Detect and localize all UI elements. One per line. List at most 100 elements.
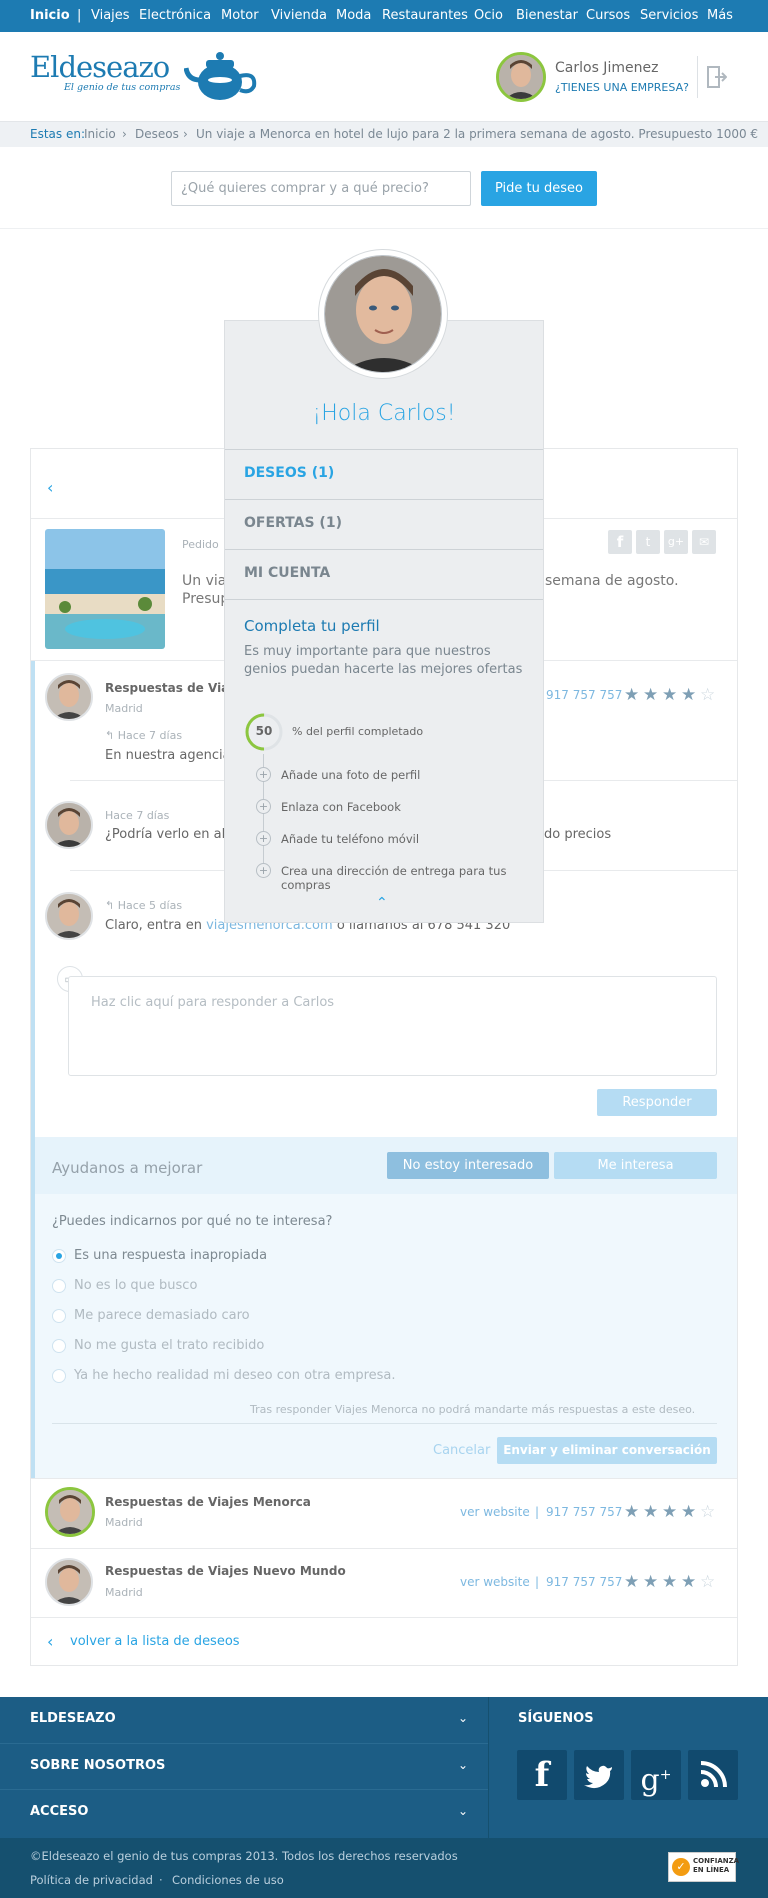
msg2-text-end: do precios — [544, 827, 612, 842]
option-label[interactable]: Ya he hecho realidad mi deseo con otra e… — [74, 1368, 396, 1383]
radio-option[interactable] — [52, 1369, 66, 1383]
option-label[interactable]: Es una respuesta inapropiada — [74, 1248, 267, 1263]
radio-option[interactable] — [52, 1279, 66, 1293]
user-name[interactable]: Carlos Jimenez — [555, 60, 658, 76]
share-facebook-icon[interactable]: f — [608, 530, 632, 554]
response-city: Madrid — [105, 1586, 143, 1599]
chevron-down-icon[interactable]: ⌄ — [458, 1804, 468, 1818]
msg2-text-start: ¿Podría verlo en algu — [105, 827, 242, 842]
logo-text[interactable]: Eldeseazo — [30, 50, 170, 84]
nav-item-cursos[interactable]: Cursos — [586, 8, 630, 23]
site-header: Eldeseazo El genio de tus compras Carlos… — [0, 32, 768, 122]
responder-avatar — [45, 892, 93, 940]
task-add-photo[interactable]: Añade una foto de perfil — [281, 768, 420, 782]
trust-badge-label: CONFIANZA EN LÍNEA — [693, 1857, 740, 1874]
option-label[interactable]: Me parece demasiado caro — [74, 1308, 250, 1323]
nav-item-ocio[interactable]: Ocio — [474, 8, 503, 23]
rss-icon[interactable] — [688, 1750, 738, 1800]
response-separator: | — [535, 1575, 540, 1589]
facebook-icon[interactable]: f — [517, 1750, 567, 1800]
interested-button[interactable]: Me interesa — [554, 1152, 717, 1179]
nav-item-servicios[interactable]: Servicios — [640, 8, 698, 23]
msg2-time: Hace 7 días — [105, 809, 170, 822]
response-website-link[interactable]: ver website — [460, 1505, 530, 1519]
chevron-down-icon[interactable]: ⌄ — [458, 1711, 468, 1725]
nav-item-electronica[interactable]: Electrónica — [139, 8, 211, 23]
reply-textarea[interactable]: Haz clic aquí para responder a Carlos — [68, 976, 717, 1076]
user-menu-dropdown: ¡Hola Carlos! DESEOS (1) OFERTAS (1) MI … — [224, 320, 544, 923]
breadcrumb-separator: › — [122, 127, 127, 141]
logout-icon[interactable] — [707, 66, 728, 92]
trust-badge-icon: ✓ — [672, 1858, 690, 1876]
menu-item-deseos[interactable]: DESEOS (1) — [244, 465, 334, 481]
menu-item-mi-cuenta[interactable]: MI CUENTA — [244, 565, 330, 581]
feedback-divider — [52, 1423, 717, 1424]
response-avatar — [45, 1487, 95, 1537]
not-interested-button[interactable]: No estoy interesado — [387, 1152, 549, 1179]
footer-section-acceso[interactable]: ACCESO — [30, 1804, 88, 1819]
thread-phone[interactable]: 917 757 757 — [546, 688, 622, 702]
response-title[interactable]: Respuestas de Viajes Menorca — [105, 1495, 311, 1509]
search-input[interactable]: ¿Qué quieres comprar y a qué precio? — [171, 171, 471, 206]
task-add-phone[interactable]: Añade tu teléfono móvil — [281, 832, 419, 846]
cancel-link[interactable]: Cancelar — [433, 1443, 490, 1458]
nav-item-bienestar[interactable]: Bienestar — [516, 8, 578, 23]
collapse-chevron-icon[interactable]: ⌃ — [376, 895, 388, 911]
radio-option[interactable] — [52, 1339, 66, 1353]
breadcrumb-item-inicio[interactable]: Inicio — [84, 127, 116, 141]
profile-progress-ring: 50 — [244, 712, 284, 752]
response-website-link[interactable]: ver website — [460, 1575, 530, 1589]
header-divider — [697, 56, 698, 98]
breadcrumb: Estas en: Inicio › Deseos › Un viaje a M… — [0, 122, 768, 147]
response-title[interactable]: Respuestas de Viajes Nuevo Mundo — [105, 1564, 346, 1578]
footer-section-sobre-nosotros[interactable]: SOBRE NOSOTROS — [30, 1758, 165, 1773]
thread-rating: ★ ★ ★ ★ ☆ — [624, 685, 716, 705]
feedback-note: Tras responder Viajes Menorca no podrá m… — [250, 1403, 696, 1416]
radio-option[interactable] — [52, 1309, 66, 1323]
menu-item-ofertas[interactable]: OFERTAS (1) — [244, 515, 342, 531]
radio-selected[interactable] — [52, 1249, 66, 1263]
share-googleplus-icon[interactable]: g+ — [664, 530, 688, 554]
share-email-icon[interactable]: ✉ — [692, 530, 716, 554]
nav-item-viajes[interactable]: Viajes — [91, 8, 130, 23]
breadcrumb-item-deseos[interactable]: Deseos — [135, 127, 179, 141]
company-link[interactable]: ¿TIENES UNA EMPRESA? — [555, 81, 689, 94]
response-phone[interactable]: 917 757 757 — [546, 1575, 622, 1589]
search-button[interactable]: Pide tu deseo — [481, 171, 597, 206]
follow-title: SÍGUENOS — [518, 1711, 594, 1726]
responder-avatar — [45, 673, 93, 721]
add-icon: + — [256, 767, 271, 782]
back-chevron-icon[interactable]: ‹ — [47, 1632, 53, 1651]
reply-button[interactable]: Responder — [597, 1089, 717, 1116]
user-avatar[interactable] — [496, 52, 546, 102]
chevron-down-icon[interactable]: ⌄ — [458, 1758, 468, 1772]
response-phone[interactable]: 917 757 757 — [546, 1505, 622, 1519]
wish-image — [45, 529, 165, 649]
footer-section-eldeseazo[interactable]: ELDESEAZO — [30, 1711, 116, 1726]
twitter-icon[interactable] — [574, 1750, 624, 1800]
top-navigation: Inicio | Viajes Electrónica Motor Vivien… — [0, 0, 768, 32]
nav-item-restaurantes[interactable]: Restaurantes — [382, 8, 468, 23]
task-link-facebook[interactable]: Enlaza con Facebook — [281, 800, 401, 814]
nav-item-mas[interactable]: Más — [707, 8, 733, 23]
option-label[interactable]: No es lo que busco — [74, 1278, 197, 1293]
nav-item-motor[interactable]: Motor — [221, 8, 259, 23]
nav-item-moda[interactable]: Moda — [336, 8, 371, 23]
googleplus-icon[interactable]: g+ — [631, 1750, 681, 1800]
share-twitter-icon[interactable]: t — [636, 530, 660, 554]
nav-item-inicio[interactable]: Inicio — [30, 8, 70, 23]
nav-item-vivienda[interactable]: Vivienda — [271, 8, 327, 23]
add-icon: + — [256, 831, 271, 846]
task-add-address[interactable]: Crea una dirección de entrega para tus c… — [281, 864, 521, 892]
footer-divider — [488, 1697, 489, 1838]
submit-button[interactable]: Enviar y eliminar conversación — [497, 1437, 717, 1464]
privacy-link[interactable]: Política de privacidad — [30, 1873, 153, 1887]
add-icon: + — [256, 863, 271, 878]
profile-photo[interactable] — [324, 255, 442, 373]
option-label[interactable]: No me gusta el trato recibido — [74, 1338, 264, 1353]
trust-badge[interactable]: ✓ CONFIANZA EN LÍNEA — [668, 1852, 740, 1882]
back-to-wishes-link[interactable]: volver a la lista de deseos — [70, 1634, 240, 1649]
back-chevron-icon[interactable]: ‹ — [47, 478, 53, 497]
terms-link[interactable]: Condiciones de uso — [172, 1873, 284, 1887]
breadcrumb-current: Un viaje a Menorca en hotel de lujo para… — [196, 127, 759, 141]
